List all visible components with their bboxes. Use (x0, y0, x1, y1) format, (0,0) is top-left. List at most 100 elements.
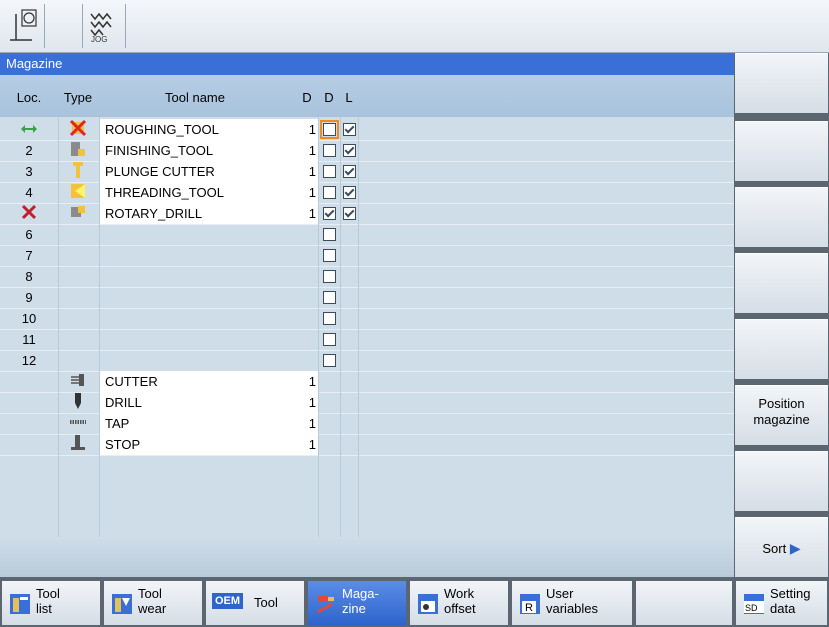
location-cell: 4 (25, 185, 33, 200)
l-checkbox-cell (340, 203, 358, 224)
tool-name-cell[interactable]: DRILL (100, 392, 290, 413)
setting-data-button[interactable]: SD Setting data (736, 581, 827, 625)
type-cell (58, 203, 98, 224)
table-row[interactable]: 6 (0, 224, 734, 246)
d-checkbox[interactable] (322, 186, 336, 200)
d-checkbox[interactable] (322, 354, 336, 368)
cutting-edge-count-cell: 1 (290, 161, 318, 182)
type-cell (58, 329, 98, 350)
column-header-d-active: D (324, 90, 334, 105)
location-cell (0, 413, 58, 434)
type-cell (58, 350, 98, 371)
tool-list-button[interactable]: Tool list (2, 581, 100, 625)
softkey-7[interactable] (735, 451, 828, 511)
d-checkbox-cell (318, 266, 340, 287)
l-checkbox[interactable] (342, 144, 356, 158)
tool-button[interactable]: OEM Tool (206, 581, 304, 625)
d-checkbox[interactable] (322, 249, 336, 263)
l-checkbox[interactable] (342, 207, 356, 221)
l-checkbox[interactable] (342, 123, 356, 137)
d-checkbox[interactable] (322, 144, 336, 158)
column-header-type: Type (63, 90, 93, 105)
location-cell: 10 (21, 311, 37, 326)
tool-wear-icon (112, 594, 132, 614)
softkey-4[interactable] (735, 253, 828, 313)
column-header-loc: Loc. (16, 90, 42, 105)
table-row[interactable]: 9 (0, 287, 734, 309)
d-checkbox[interactable] (319, 120, 339, 140)
tool-name-cell[interactable]: ROTARY_DRILL (100, 203, 290, 224)
type-cell (58, 224, 98, 245)
table-row[interactable]: 3 PLUNGE CUTTER 1 (0, 161, 734, 183)
magazine-tab[interactable]: Maga- zine (308, 581, 406, 625)
d-checkbox[interactable] (322, 270, 336, 284)
softkey-empty[interactable] (636, 581, 732, 625)
d-checkbox[interactable] (322, 333, 336, 347)
type-cell (58, 413, 98, 434)
column-header-d: D (302, 90, 312, 105)
table-row[interactable]: STOP 1 (0, 434, 734, 456)
position-magazine-button[interactable]: Position magazine (735, 385, 828, 445)
oem-icon: OEM (212, 593, 244, 609)
location-cell (0, 119, 58, 140)
work-offset-button[interactable]: Work offset (410, 581, 508, 625)
setting-data-icon: SD (744, 594, 764, 614)
sort-button[interactable]: Sort ▶ (735, 517, 828, 577)
type-cell (58, 392, 98, 413)
tool-name-cell[interactable]: THREADING_TOOL (100, 182, 290, 203)
top-status-bar: JOG (0, 0, 829, 53)
tool-name-cell[interactable]: ROUGHING_TOOL (100, 119, 290, 140)
tool-name-cell[interactable]: CUTTER (100, 371, 290, 392)
d-checkbox[interactable] (322, 312, 336, 326)
tool-name-cell[interactable]: TAP (100, 413, 290, 434)
type-cell (58, 140, 98, 161)
tool-list-icon (10, 594, 30, 614)
table-row[interactable]: ROTARY_DRILL 1 (0, 203, 734, 225)
softkey-2[interactable] (735, 121, 828, 181)
table-row[interactable]: ROUGHING_TOOL 1 (0, 119, 734, 141)
cutting-edge-count-cell: 1 (290, 119, 318, 140)
location-cell (0, 203, 58, 224)
table-row[interactable]: 10 (0, 308, 734, 330)
dialog-status-line (0, 537, 734, 577)
softkey-5[interactable] (735, 319, 828, 379)
svg-text:SD: SD (745, 603, 758, 613)
tool-name-cell[interactable]: STOP (100, 434, 290, 455)
d-checkbox-cell (318, 245, 340, 266)
table-row[interactable]: CUTTER 1 (0, 371, 734, 393)
tool-name-cell[interactable]: FINISHING_TOOL (100, 140, 290, 161)
l-checkbox[interactable] (342, 165, 356, 179)
cutting-edge-count-cell: 1 (290, 140, 318, 161)
location-cell (0, 371, 58, 392)
d-checkbox[interactable] (322, 291, 336, 305)
vertical-softkey-bar: Position magazine Sort ▶ (734, 53, 829, 577)
location-cell: 8 (25, 269, 33, 284)
work-offset-icon (418, 594, 438, 614)
d-checkbox[interactable] (322, 228, 336, 242)
softkey-1[interactable] (735, 53, 828, 113)
d-checkbox[interactable] (322, 207, 336, 221)
table-row[interactable]: 7 (0, 245, 734, 267)
location-cell: 7 (25, 248, 33, 263)
user-variables-button[interactable]: R User variables (512, 581, 632, 625)
table-row[interactable]: 4 THREADING_TOOL 1 (0, 182, 734, 204)
d-checkbox[interactable] (322, 165, 336, 179)
type-cell (58, 266, 98, 287)
table-row[interactable]: 12 (0, 350, 734, 372)
table-row[interactable]: 2 FINISHING_TOOL 1 (0, 140, 734, 162)
stop-icon (69, 434, 87, 458)
location-cell: 11 (22, 332, 36, 347)
table-row[interactable]: 11 (0, 329, 734, 351)
softkey-3[interactable] (735, 187, 828, 247)
table-row[interactable]: TAP 1 (0, 413, 734, 435)
d-checkbox-cell (318, 182, 340, 203)
tool-name-cell[interactable]: PLUNGE CUTTER (100, 161, 290, 182)
l-checkbox-cell (340, 119, 358, 140)
table-row[interactable]: 8 (0, 266, 734, 288)
l-checkbox[interactable] (342, 186, 356, 200)
tool-wear-button[interactable]: Tool wear (104, 581, 202, 625)
table-row[interactable]: DRILL 1 (0, 392, 734, 414)
location-cell: 12 (21, 353, 37, 368)
type-cell (58, 371, 98, 392)
d-checkbox-cell (318, 329, 340, 350)
